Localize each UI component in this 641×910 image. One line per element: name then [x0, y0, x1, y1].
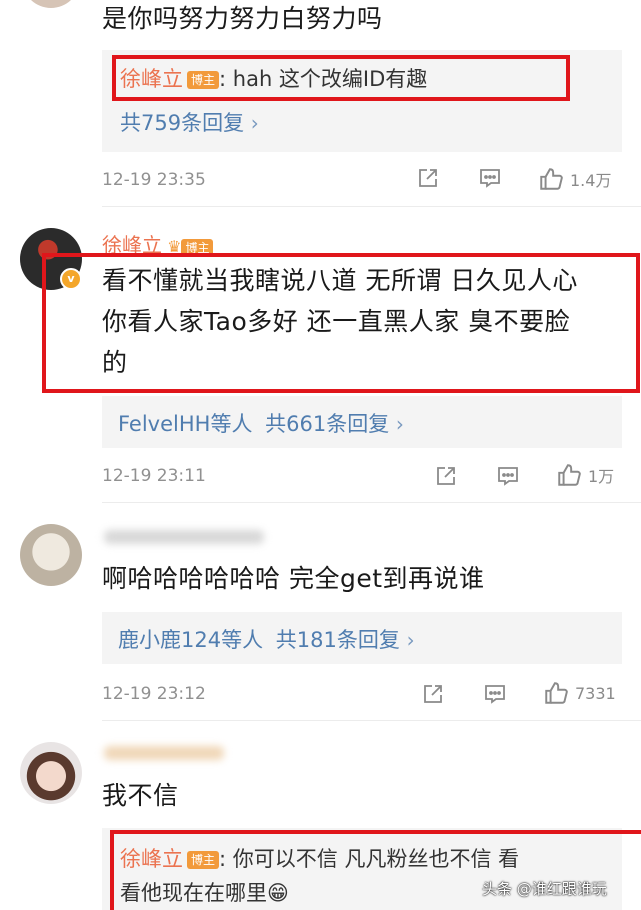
username-blurred	[104, 746, 224, 760]
thumbs-up-icon	[540, 168, 563, 190]
reply-text: : hah 这个改编ID有趣	[219, 67, 428, 91]
reply-users: FelvelHH等人	[118, 412, 253, 436]
avatar[interactable]	[20, 742, 82, 804]
like-button[interactable]: 1.4万	[538, 166, 611, 192]
chevron-right-icon: ›	[250, 111, 259, 135]
avatar[interactable]	[22, 0, 80, 8]
divider	[102, 206, 641, 207]
blogger-badge: 博主	[187, 851, 220, 869]
like-count: 7331	[575, 683, 616, 703]
reply-count: 共181条回复	[275, 628, 400, 652]
comment-text-line: 你看人家Tao多好 还一直黑人家 臭不要脸	[102, 307, 571, 336]
reply-count-link[interactable]: 鹿小鹿124等人 共181条回复 ›	[118, 624, 415, 654]
comment-button[interactable]	[478, 166, 502, 190]
like-count: 1万	[588, 467, 615, 486]
comment-text: 是你吗努力努力白努力吗	[102, 4, 383, 33]
username-blurred	[104, 530, 264, 544]
reply-count-link[interactable]: 共759条回复 ›	[120, 107, 259, 137]
comment-time: 12-19 23:11	[102, 466, 206, 486]
reply-users: 鹿小鹿124等人	[118, 628, 264, 652]
reply-author-name[interactable]: 徐峰立	[120, 67, 183, 91]
blogger-badge: 博主	[187, 71, 220, 89]
chevron-right-icon: ›	[395, 412, 404, 436]
divider	[102, 720, 641, 721]
divider	[102, 502, 641, 503]
comment-icon	[498, 467, 518, 486]
reply-preview-line: 徐峰立 博主: hah 这个改编ID有趣	[120, 63, 427, 93]
repost-icon	[437, 467, 455, 485]
reply-count: 共661条回复	[265, 412, 390, 436]
comment-button[interactable]	[483, 682, 507, 706]
comment-text-line: 看不懂就当我瞎说八道 无所谓 日久见人心	[102, 266, 578, 295]
repost-button[interactable]	[421, 682, 445, 706]
reply-author-name[interactable]: 徐峰立	[120, 847, 183, 871]
watermark: 头条 @谁红跟谁玩	[482, 880, 607, 898]
comment-text: 啊哈哈哈哈哈哈 完全get到再说谁	[102, 564, 485, 593]
like-button[interactable]: 1万	[556, 462, 614, 488]
thumbs-up-icon	[558, 464, 581, 486]
reply-preview-line: 徐峰立 博主: 你可以不信 凡凡粉丝也不信 看	[120, 843, 519, 873]
like-count: 1.4万	[570, 171, 612, 190]
repost-icon	[419, 169, 437, 187]
comment-icon	[485, 685, 505, 704]
reply-text-continued: 看他现在在哪里😁	[120, 881, 289, 905]
repost-button[interactable]	[416, 166, 440, 190]
comment-text: 我不信	[102, 781, 179, 810]
reply-count: 共759条回复	[120, 111, 245, 135]
like-button[interactable]: 7331	[543, 680, 616, 706]
comment-icon	[480, 169, 500, 188]
reply-count-link[interactable]: FelvelHH等人 共661条回复 ›	[118, 408, 404, 438]
repost-icon	[424, 685, 442, 703]
comment-text-line: 的	[102, 348, 128, 377]
comment-time: 12-19 23:12	[102, 684, 206, 704]
chevron-right-icon: ›	[406, 628, 415, 652]
comment-button[interactable]	[496, 464, 520, 488]
avatar[interactable]	[20, 524, 82, 586]
reply-text: : 你可以不信 凡凡粉丝也不信 看	[219, 847, 520, 871]
thumbs-up-icon	[545, 682, 568, 704]
comment-time: 12-19 23:35	[102, 170, 206, 190]
repost-button[interactable]	[434, 464, 458, 488]
